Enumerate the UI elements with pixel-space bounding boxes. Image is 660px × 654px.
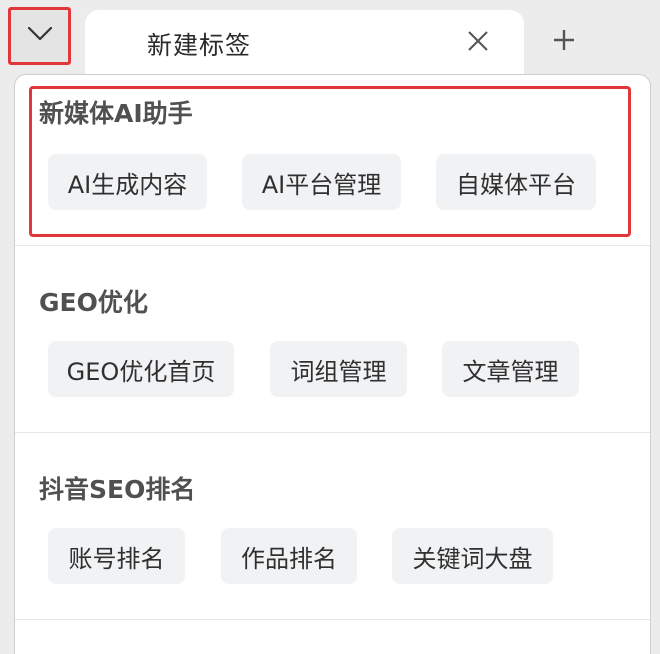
section-title: 新媒体AI助手 <box>39 99 193 128</box>
close-icon[interactable] <box>465 28 491 54</box>
tab-dropdown-panel: 新媒体AI助手 AI生成内容 AI平台管理 自媒体平台 GEO优化 GEO优化首… <box>14 74 651 654</box>
menu-item-self-media-platform[interactable]: 自媒体平台 <box>436 154 596 210</box>
section-new-media-ai: 新媒体AI助手 AI生成内容 AI平台管理 自媒体平台 <box>15 75 650 245</box>
chevron-down-icon <box>27 26 53 46</box>
active-tab[interactable]: 新建标签 <box>85 10 524 76</box>
plus-icon <box>553 29 575 55</box>
section-title: GEO优化 <box>39 288 148 317</box>
section-title: 抖音SEO排名 <box>39 475 196 504</box>
menu-item-geo-home[interactable]: GEO优化首页 <box>48 341 234 397</box>
menu-item-work-ranking[interactable]: 作品排名 <box>221 528 357 584</box>
divider <box>15 619 650 620</box>
tab-strip: 新建标签 <box>0 0 660 76</box>
section-douyin-seo: 抖音SEO排名 账号排名 作品排名 关键词大盘 <box>15 433 650 619</box>
menu-item-phrase-manage[interactable]: 词组管理 <box>270 341 407 397</box>
menu-item-keyword-dashboard[interactable]: 关键词大盘 <box>392 528 553 584</box>
menu-item-article-manage[interactable]: 文章管理 <box>442 341 579 397</box>
menu-item-ai-platform-manage[interactable]: AI平台管理 <box>242 154 401 210</box>
tab-title: 新建标签 <box>147 31 252 60</box>
section-geo-optimization: GEO优化 GEO优化首页 词组管理 文章管理 <box>15 246 650 432</box>
menu-item-account-ranking[interactable]: 账号排名 <box>48 528 185 584</box>
menu-item-ai-generate-content[interactable]: AI生成内容 <box>48 154 207 210</box>
new-tab-button[interactable] <box>548 26 580 58</box>
tab-list-dropdown-button[interactable] <box>8 7 71 65</box>
